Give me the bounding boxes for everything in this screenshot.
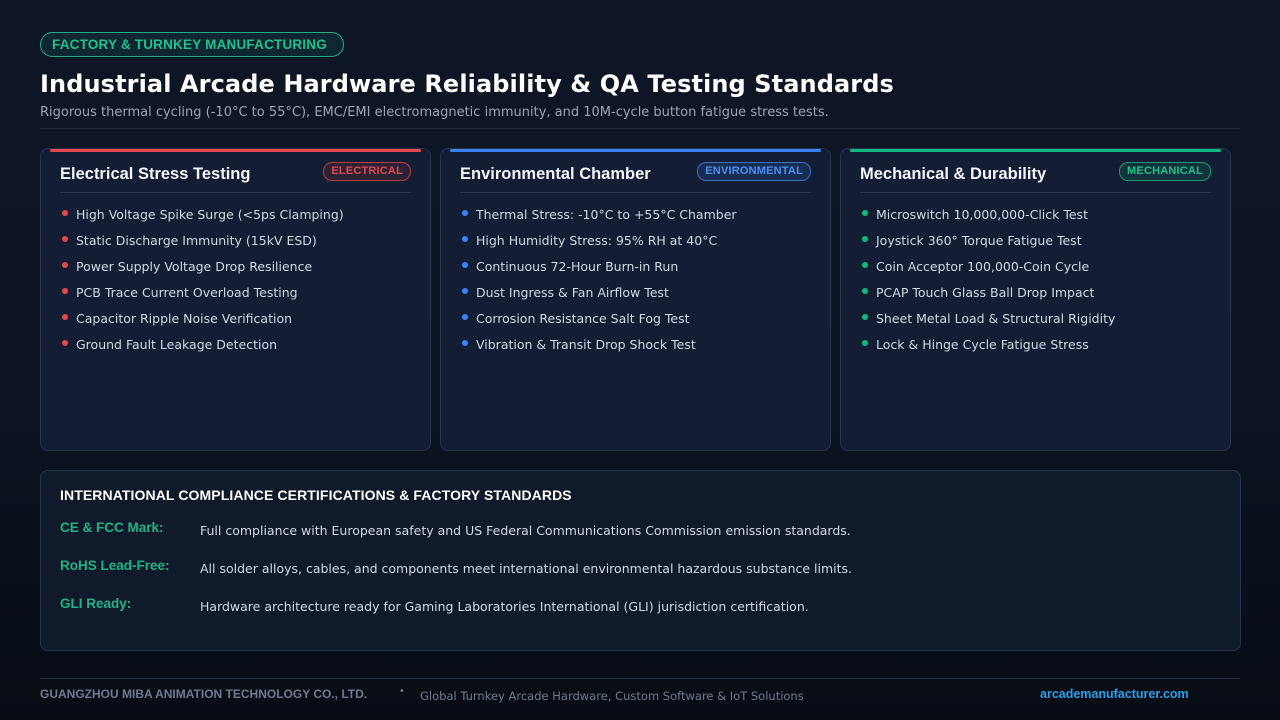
bullet-dot-icon bbox=[862, 340, 868, 346]
list-item: Coin Acceptor 100,000-Coin Cycle bbox=[860, 259, 1115, 285]
list-item: Static Discharge Immunity (15kV ESD) bbox=[60, 233, 344, 259]
list-item-text: Vibration & Transit Drop Shock Test bbox=[476, 337, 696, 352]
list-item-text: Sheet Metal Load & Structural Rigidity bbox=[876, 311, 1116, 326]
bullet-dot-icon bbox=[862, 210, 868, 216]
card-tag-mechanical: MECHANICAL bbox=[1119, 162, 1211, 181]
card-test-list: High Voltage Spike Surge (<5ps Clamping)… bbox=[60, 207, 344, 363]
list-item-text: Lock & Hinge Cycle Fatigue Stress bbox=[876, 337, 1089, 352]
bullet-dot-icon bbox=[862, 262, 868, 268]
footer-separator: • bbox=[399, 686, 405, 697]
bullet-dot-icon bbox=[462, 314, 468, 320]
list-item-text: Joystick 360° Torque Fatigue Test bbox=[876, 233, 1082, 248]
card-accent-bar bbox=[50, 149, 421, 152]
card-divider bbox=[460, 192, 811, 193]
list-item-text: High Voltage Spike Surge (<5ps Clamping) bbox=[76, 207, 344, 222]
list-item: Microswitch 10,000,000-Click Test bbox=[860, 207, 1115, 233]
card-title: Environmental Chamber bbox=[460, 165, 651, 183]
compliance-label-rohs: RoHS Lead-Free: bbox=[60, 558, 170, 573]
card-divider bbox=[60, 192, 411, 193]
bullet-dot-icon bbox=[62, 288, 68, 294]
list-item: Dust Ingress & Fan Airflow Test bbox=[460, 285, 737, 311]
bullet-dot-icon bbox=[462, 288, 468, 294]
card-tag-electrical: ELECTRICAL bbox=[323, 162, 411, 181]
card-title: Mechanical & Durability bbox=[860, 165, 1047, 183]
compliance-label-ce-fcc: CE & FCC Mark: bbox=[60, 520, 164, 535]
list-item-text: PCAP Touch Glass Ball Drop Impact bbox=[876, 285, 1095, 300]
bullet-dot-icon bbox=[62, 210, 68, 216]
list-item-text: Capacitor Ripple Noise Verification bbox=[76, 311, 293, 326]
bullet-dot-icon bbox=[462, 340, 468, 346]
list-item-text: Coin Acceptor 100,000-Coin Cycle bbox=[876, 259, 1090, 274]
compliance-text-rohs: All solder alloys, cables, and component… bbox=[200, 561, 853, 576]
list-item-text: Ground Fault Leakage Detection bbox=[76, 337, 278, 352]
list-item-text: Continuous 72-Hour Burn-in Run bbox=[476, 259, 679, 274]
footer-tagline: Global Turnkey Arcade Hardware, Custom S… bbox=[420, 689, 804, 703]
card-environmental: Environmental Chamber ENVIRONMENTAL Ther… bbox=[440, 148, 831, 451]
card-divider bbox=[860, 192, 1211, 193]
bullet-dot-icon bbox=[462, 262, 468, 268]
list-item: PCB Trace Current Overload Testing bbox=[60, 285, 344, 311]
list-item-text: Microswitch 10,000,000-Click Test bbox=[876, 207, 1088, 222]
compliance-label-gli: GLI Ready: bbox=[60, 596, 132, 611]
list-item-text: High Humidity Stress: 95% RH at 40°C bbox=[476, 233, 718, 248]
compliance-text-ce-fcc: Full compliance with European safety and… bbox=[200, 523, 851, 538]
page-title: Industrial Arcade Hardware Reliability &… bbox=[40, 70, 894, 98]
card-tag-environmental: ENVIRONMENTAL bbox=[697, 162, 811, 181]
bullet-dot-icon bbox=[62, 340, 68, 346]
list-item: Sheet Metal Load & Structural Rigidity bbox=[860, 311, 1115, 337]
list-item: Corrosion Resistance Salt Fog Test bbox=[460, 311, 737, 337]
bullet-dot-icon bbox=[62, 314, 68, 320]
footer-divider bbox=[40, 678, 1240, 679]
card-test-list: Thermal Stress: -10°C to +55°C Chamber H… bbox=[460, 207, 737, 363]
category-badge: FACTORY & TURNKEY MANUFACTURING bbox=[40, 32, 344, 57]
bullet-dot-icon bbox=[462, 210, 468, 216]
list-item: Power Supply Voltage Drop Resilience bbox=[60, 259, 344, 285]
list-item: High Humidity Stress: 95% RH at 40°C bbox=[460, 233, 737, 259]
bullet-dot-icon bbox=[862, 288, 868, 294]
compliance-panel: INTERNATIONAL COMPLIANCE CERTIFICATIONS … bbox=[40, 470, 1241, 651]
footer-company-name: GUANGZHOU MIBA ANIMATION TECHNOLOGY CO.,… bbox=[40, 687, 368, 701]
card-test-list: Microswitch 10,000,000-Click Test Joysti… bbox=[860, 207, 1115, 363]
card-mechanical: Mechanical & Durability MECHANICAL Micro… bbox=[840, 148, 1231, 451]
card-accent-bar bbox=[850, 149, 1221, 152]
list-item: Capacitor Ripple Noise Verification bbox=[60, 311, 344, 337]
list-item-text: Power Supply Voltage Drop Resilience bbox=[76, 259, 313, 274]
card-electrical: Electrical Stress Testing ELECTRICAL Hig… bbox=[40, 148, 431, 451]
bullet-dot-icon bbox=[862, 236, 868, 242]
compliance-text-gli: Hardware architecture ready for Gaming L… bbox=[200, 599, 809, 614]
footer-website-link[interactable]: arcademanufacturer.com bbox=[1040, 687, 1189, 701]
list-item-text: PCB Trace Current Overload Testing bbox=[76, 285, 298, 300]
bullet-dot-icon bbox=[862, 314, 868, 320]
list-item-text: Static Discharge Immunity (15kV ESD) bbox=[76, 233, 317, 248]
list-item: High Voltage Spike Surge (<5ps Clamping) bbox=[60, 207, 344, 233]
list-item: Joystick 360° Torque Fatigue Test bbox=[860, 233, 1115, 259]
list-item: Continuous 72-Hour Burn-in Run bbox=[460, 259, 737, 285]
list-item: Vibration & Transit Drop Shock Test bbox=[460, 337, 737, 363]
list-item-text: Corrosion Resistance Salt Fog Test bbox=[476, 311, 690, 326]
list-item: PCAP Touch Glass Ball Drop Impact bbox=[860, 285, 1115, 311]
bullet-dot-icon bbox=[62, 262, 68, 268]
list-item: Lock & Hinge Cycle Fatigue Stress bbox=[860, 337, 1115, 363]
bullet-dot-icon bbox=[462, 236, 468, 242]
list-item: Ground Fault Leakage Detection bbox=[60, 337, 344, 363]
bullet-dot-icon bbox=[62, 236, 68, 242]
card-title: Electrical Stress Testing bbox=[60, 165, 251, 183]
list-item-text: Dust Ingress & Fan Airflow Test bbox=[476, 285, 669, 300]
card-accent-bar bbox=[450, 149, 821, 152]
compliance-title: INTERNATIONAL COMPLIANCE CERTIFICATIONS … bbox=[60, 487, 572, 503]
list-item-text: Thermal Stress: -10°C to +55°C Chamber bbox=[476, 207, 737, 222]
page-subtitle: Rigorous thermal cycling (-10°C to 55°C)… bbox=[40, 105, 829, 120]
list-item: Thermal Stress: -10°C to +55°C Chamber bbox=[460, 207, 737, 233]
header-divider bbox=[40, 128, 1240, 129]
